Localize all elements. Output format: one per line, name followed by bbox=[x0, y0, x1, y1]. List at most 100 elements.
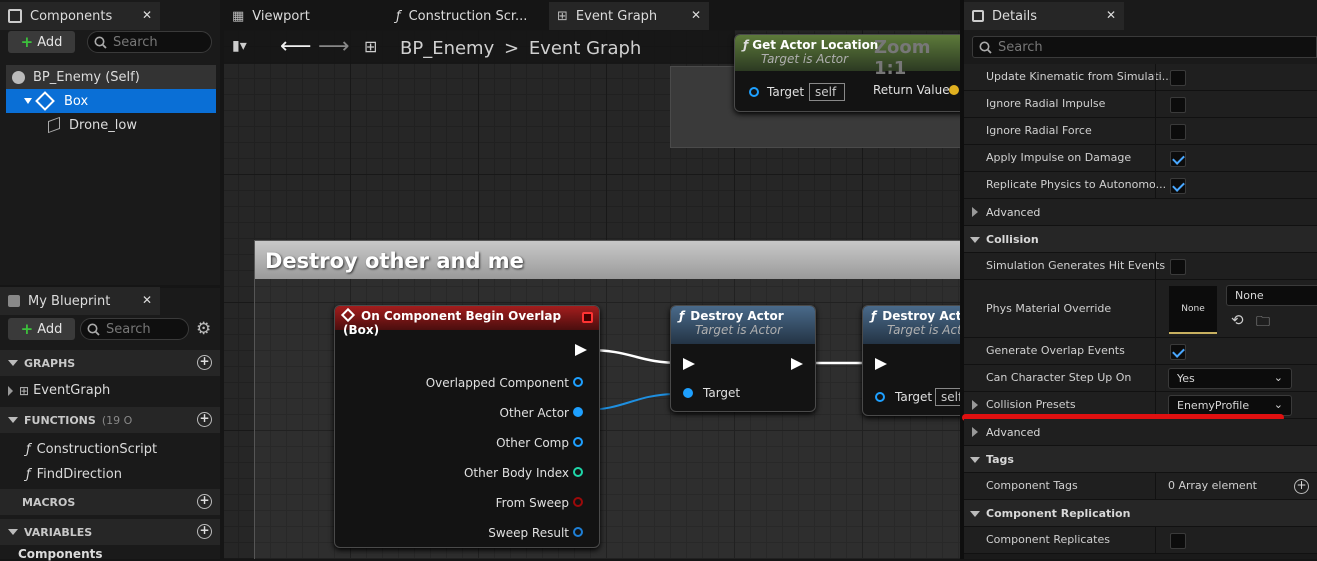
details-row: Ignore Radial Impulse bbox=[964, 91, 1317, 118]
details-row-checkbox[interactable] bbox=[1170, 70, 1186, 86]
delegate-pin[interactable] bbox=[582, 312, 593, 323]
chevron-right-icon[interactable] bbox=[8, 385, 13, 396]
phys-material-dropdown[interactable]: None bbox=[1226, 285, 1317, 306]
use-selected-icon[interactable]: ⟲ bbox=[1231, 311, 1244, 329]
components-search-input[interactable]: Search bbox=[87, 31, 212, 53]
details-row-label: Update Kinematic from Simulati... bbox=[986, 70, 1173, 83]
tab-my-blueprint[interactable]: My Blueprint ✕ bbox=[0, 287, 160, 315]
generate-overlap-checkbox[interactable] bbox=[1170, 344, 1186, 360]
add-graph-icon[interactable]: + bbox=[197, 355, 212, 370]
event-graph-icon: ⊞ bbox=[557, 8, 568, 24]
function-icon: ƒ bbox=[26, 467, 31, 482]
close-icon[interactable]: ✕ bbox=[691, 8, 701, 22]
exec-in-pin[interactable] bbox=[875, 358, 887, 370]
tab-components[interactable]: Components ✕ bbox=[0, 2, 160, 30]
add-macro-icon[interactable]: + bbox=[197, 494, 212, 509]
details-row-checkbox[interactable] bbox=[1170, 97, 1186, 113]
browse-asset-icon[interactable]: 🗀 bbox=[1256, 311, 1270, 335]
chevron-down-icon[interactable] bbox=[24, 98, 32, 104]
tree-item-drone[interactable]: Drone_low bbox=[6, 113, 216, 137]
advanced-toggle-collision[interactable]: Advanced bbox=[964, 419, 1317, 446]
function-icon: ƒ bbox=[679, 309, 685, 323]
replicates-checkbox[interactable] bbox=[1170, 533, 1186, 549]
functions-header[interactable]: FUNCTIONS (19 O + bbox=[0, 407, 220, 433]
event-icon bbox=[340, 307, 356, 323]
add-tag-icon[interactable]: + bbox=[1294, 479, 1309, 494]
details-row-checkbox[interactable] bbox=[1170, 178, 1186, 194]
components-tab-label: Components bbox=[30, 8, 113, 24]
overlap-pin-label: Sweep Result bbox=[488, 526, 569, 540]
overlap-pin-label: Other Body Index bbox=[463, 466, 569, 480]
exec-out-pin[interactable] bbox=[575, 344, 587, 356]
search-icon bbox=[87, 323, 100, 336]
box-collision-icon bbox=[35, 91, 55, 111]
overlap-pin-label: Overlapped Component bbox=[425, 376, 569, 390]
chevron-down-icon: ⌄ bbox=[1273, 371, 1283, 384]
tree-item-box[interactable]: Box bbox=[6, 89, 216, 113]
close-icon[interactable]: ✕ bbox=[142, 8, 152, 22]
variables-header[interactable]: VARIABLES + bbox=[0, 519, 220, 545]
node-on-component-begin-overlap[interactable]: On Component Begin Overlap (Box) Overlap… bbox=[334, 305, 600, 548]
close-icon[interactable]: ✕ bbox=[1106, 8, 1116, 22]
tree-item-label: BP_Enemy (Self) bbox=[33, 69, 140, 85]
graph-item-eventgraph[interactable]: ⊞ EventGraph bbox=[8, 383, 110, 398]
details-icon bbox=[972, 10, 984, 22]
viewport-icon: ▦ bbox=[232, 8, 245, 24]
overlap-pin-label: Other Comp bbox=[496, 436, 569, 450]
overlap-output-pin[interactable] bbox=[573, 407, 583, 417]
add-variable-icon[interactable]: + bbox=[197, 524, 212, 539]
target-pin[interactable] bbox=[683, 388, 693, 398]
exec-out-pin[interactable] bbox=[791, 358, 803, 370]
target-pin[interactable] bbox=[875, 392, 885, 402]
row-generate-overlap: Generate Overlap Events bbox=[964, 338, 1317, 365]
exec-in-pin[interactable] bbox=[683, 358, 695, 370]
overlap-output-pin[interactable] bbox=[573, 467, 583, 477]
component-replication-header[interactable]: Component Replication bbox=[964, 500, 1317, 527]
add-function-icon[interactable]: + bbox=[197, 412, 212, 427]
collision-header[interactable]: Collision bbox=[964, 226, 1317, 253]
tags-header[interactable]: Tags bbox=[964, 446, 1317, 473]
sim-hit-checkbox[interactable] bbox=[1170, 259, 1186, 275]
overlap-output-pin[interactable] bbox=[573, 527, 583, 537]
advanced-toggle-physics[interactable]: Advanced bbox=[964, 199, 1317, 226]
macros-header[interactable]: MACROS + bbox=[0, 489, 220, 515]
overlap-pin-label: Other Actor bbox=[499, 406, 569, 420]
graph-canvas[interactable]: ▮▾ ⟵ ⟶ ⊞ BP_Enemy > Event Graph ƒ Get Act… bbox=[224, 30, 960, 559]
collision-presets-dropdown[interactable]: EnemyProfile ⌄ bbox=[1168, 395, 1292, 416]
close-icon[interactable]: ✕ bbox=[142, 293, 152, 307]
chevron-down-icon: ⌄ bbox=[1273, 398, 1283, 411]
row-sim-hit-events: Simulation Generates Hit Events bbox=[964, 253, 1317, 280]
tab-event-graph[interactable]: ⊞ Event Graph ✕ bbox=[549, 2, 709, 30]
components-icon bbox=[8, 9, 22, 23]
node-destroy-actor[interactable]: ƒ Destroy Actor Target is Actor Target bbox=[670, 305, 816, 412]
search-icon bbox=[94, 36, 107, 49]
details-row-label: Ignore Radial Impulse bbox=[986, 97, 1106, 110]
blueprint-icon bbox=[8, 295, 20, 307]
tree-item-self[interactable]: BP_Enemy (Self) bbox=[6, 65, 216, 89]
plus-icon: + bbox=[20, 320, 34, 338]
overlap-output-pin[interactable] bbox=[573, 497, 583, 507]
phys-material-thumbnail[interactable]: None bbox=[1169, 286, 1217, 334]
target-self-field[interactable]: self bbox=[935, 388, 960, 406]
overlap-output-pin[interactable] bbox=[573, 437, 583, 447]
details-row-checkbox[interactable] bbox=[1170, 151, 1186, 167]
my-blueprint-search-input[interactable]: Search bbox=[80, 318, 189, 340]
function-item-finddirection[interactable]: ƒ FindDirection bbox=[26, 467, 122, 482]
tab-viewport[interactable]: ▦ Viewport bbox=[224, 2, 384, 30]
graphs-header[interactable]: GRAPHS + bbox=[0, 350, 220, 376]
step-up-dropdown[interactable]: Yes ⌄ bbox=[1168, 368, 1292, 389]
gear-icon[interactable]: ⚙ bbox=[196, 319, 211, 339]
tab-construction-script[interactable]: ƒ Construction Scr... bbox=[388, 2, 548, 30]
add-component-button[interactable]: + Add bbox=[8, 31, 75, 53]
tab-details[interactable]: Details ✕ bbox=[964, 2, 1124, 30]
row-component-replicates: Component Replicates bbox=[964, 527, 1317, 554]
function-icon: ƒ bbox=[871, 309, 877, 323]
details-search-input[interactable]: Search bbox=[972, 36, 1317, 58]
add-member-button[interactable]: + Add bbox=[8, 318, 75, 340]
tree-item-label: Drone_low bbox=[69, 117, 137, 133]
function-item-construction[interactable]: ƒ ConstructionScript bbox=[26, 442, 157, 457]
overlap-output-pin[interactable] bbox=[573, 377, 583, 387]
details-row-checkbox[interactable] bbox=[1170, 124, 1186, 140]
node-destroy-actor-2[interactable]: ƒDestroy Act Target is Act Target self bbox=[862, 305, 960, 416]
details-row-label: Apply Impulse on Damage bbox=[986, 151, 1132, 164]
